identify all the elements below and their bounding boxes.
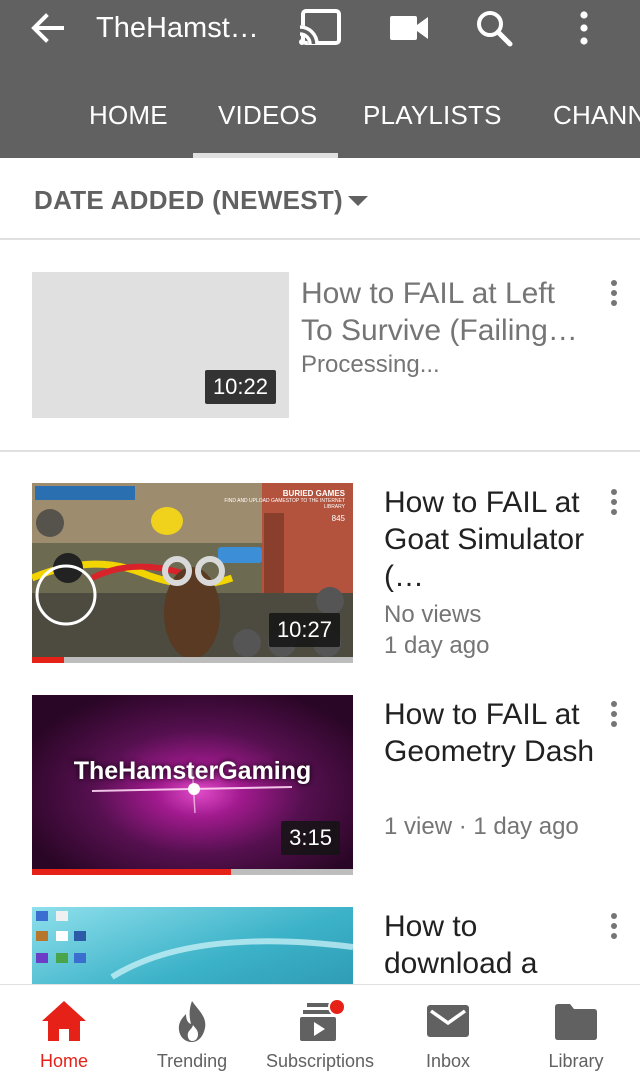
duration-badge: 10:27 [268,613,340,647]
more-vert-icon[interactable] [560,6,608,50]
nav-subscriptions[interactable]: Subscriptions [256,985,384,1079]
duration-badge: 10:22 [204,370,276,404]
video-title[interactable]: How to download a [384,908,604,982]
video-item[interactable]: How to download a [0,876,640,984]
video-thumbnail[interactable]: BURIED GAMES FIND AND UPLOAD GAMESTOP TO… [32,483,353,663]
mail-icon [423,999,473,1043]
watch-progress-bar [32,869,353,875]
tab-playlists[interactable]: PLAYLISTS [363,100,502,131]
cast-icon[interactable] [296,6,344,50]
nav-label: Subscriptions [265,1051,375,1071]
folder-icon [551,999,601,1043]
processing-status: Processing... [301,351,440,378]
video-thumbnail[interactable]: TheHamsterGaming 3:15 [32,695,353,875]
video-title[interactable]: How to FAIL at Goat Simulator (… [384,484,594,595]
video-title[interactable]: How to FAIL at Geometry Dash [384,696,614,770]
tab-videos[interactable]: VIDEOS [218,100,317,131]
nav-inbox[interactable]: Inbox [384,985,512,1079]
video-title[interactable]: How to FAIL at Left To Survive (Failing… [301,275,591,349]
video-meta: 1 view · 1 day ago [384,813,579,840]
back-arrow-icon[interactable] [28,8,68,48]
nav-label: Home [39,1051,88,1071]
more-vert-icon[interactable] [604,701,624,731]
dropdown-caret-icon [347,194,369,212]
nav-label: Library [548,1051,604,1071]
tab-channels[interactable]: CHANN [553,100,640,131]
nav-trending[interactable]: Trending [128,985,256,1079]
video-item-processing[interactable]: 10:22 How to FAIL at Left To Survive (Fa… [0,242,640,452]
watch-progress-bar [32,657,353,663]
more-vert-icon[interactable] [604,280,624,310]
view-count: No views [384,601,482,628]
channel-title: TheHamst… [96,12,259,44]
thumbnail-overlay-text: BURIED GAMES FIND AND UPLOAD GAMESTOP TO… [224,489,345,523]
flame-icon [167,999,217,1043]
sort-dropdown[interactable]: DATE ADDED (NEWEST) [0,158,640,240]
duration-badge: 3:15 [281,821,340,855]
search-icon[interactable] [470,6,518,50]
video-thumbnail[interactable] [32,907,353,984]
nav-label: Inbox [425,1051,471,1071]
app-bar: TheHamst… HOME VIDEOS PLAYLISTS CHANN [0,0,640,158]
more-vert-icon[interactable] [604,489,624,519]
nav-library[interactable]: Library [512,985,640,1079]
video-thumbnail[interactable]: 10:22 [32,272,289,418]
bottom-navigation: Home Trending Subscriptions Inbox Librar… [0,984,640,1079]
nav-home[interactable]: Home [0,985,128,1079]
home-icon [39,999,89,1043]
upload-age: 1 day ago [384,632,490,659]
desktop-screenshot-art [36,911,353,980]
more-vert-icon[interactable] [604,913,624,943]
video-item[interactable]: TheHamsterGaming 3:15 How to FAIL at Geo… [0,664,640,876]
subscriptions-icon [295,998,346,1043]
channel-tabs: HOME VIDEOS PLAYLISTS CHANN [0,80,640,158]
tab-home[interactable]: HOME [89,100,168,131]
thumbnail-channel-name: TheHamsterGaming [73,757,312,785]
sort-label: DATE ADDED (NEWEST) [34,185,344,215]
nav-label: Trending [156,1051,228,1071]
video-camera-icon[interactable] [385,6,433,50]
video-item[interactable]: BURIED GAMES FIND AND UPLOAD GAMESTOP TO… [0,452,640,664]
